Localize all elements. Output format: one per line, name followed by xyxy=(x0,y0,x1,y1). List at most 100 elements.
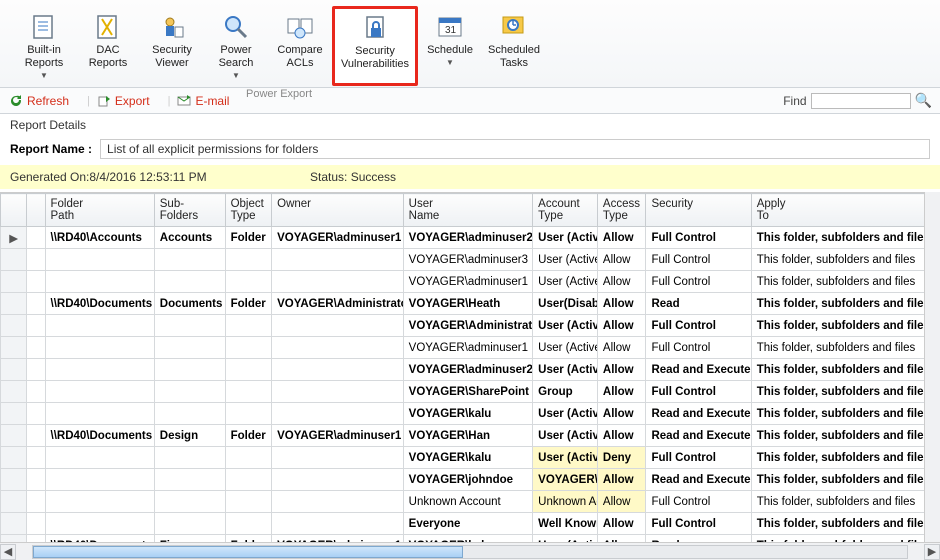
col-header[interactable]: Security xyxy=(646,194,751,227)
row-pointer: ▶ xyxy=(1,227,27,249)
find-input[interactable] xyxy=(811,93,911,109)
cell-acc: Deny xyxy=(597,447,646,469)
table-row[interactable]: VOYAGER\adminuser1User (ActiveAllowFull … xyxy=(1,337,940,359)
cell-sec: Full Control xyxy=(646,271,751,293)
col-header[interactable]: Owner xyxy=(272,194,404,227)
ribbon-btn-viewer[interactable]: SecurityViewer xyxy=(140,6,204,86)
cell-sec: Full Control xyxy=(646,491,751,513)
ribbon-btn-vuln[interactable]: SecurityVulnerabilities xyxy=(332,6,418,86)
ribbon-btn-tasks[interactable]: ScheduledTasks xyxy=(482,6,546,86)
cell-acct: User (Active xyxy=(533,249,598,271)
col-header[interactable] xyxy=(27,194,45,227)
cell-path xyxy=(45,403,154,425)
table-row[interactable]: \\RD40\DocumentsFinanceFolderVOYAGER\adm… xyxy=(1,535,940,543)
row-pointer xyxy=(1,403,27,425)
col-header[interactable]: ApplyTo xyxy=(751,194,939,227)
email-button[interactable]: E-mail xyxy=(176,93,229,109)
cell-apply: This folder, subfolders and files xyxy=(751,359,939,381)
dac-icon xyxy=(92,12,124,42)
table-row[interactable]: VOYAGER\johndoeVOYAGER\jAllowRead and Ex… xyxy=(1,469,940,491)
table-row[interactable]: VOYAGER\kaluUser (ActiveAllowRead and Ex… xyxy=(1,403,940,425)
cell-obj: Folder xyxy=(225,227,272,249)
cell-user: VOYAGER\johndoe xyxy=(403,469,533,491)
table-row[interactable]: Unknown AccountUnknown AcAllowFull Contr… xyxy=(1,491,940,513)
ribbon-btn-sched[interactable]: 31Schedule▼ xyxy=(418,6,482,86)
cell-obj xyxy=(225,359,272,381)
cell-own xyxy=(272,491,404,513)
cell-own xyxy=(272,337,404,359)
cell-own: VOYAGER\adminuser1 xyxy=(272,425,404,447)
cell-user: VOYAGER\adminuser2 xyxy=(403,359,533,381)
col-header[interactable]: Sub-Folders xyxy=(154,194,225,227)
results-grid[interactable]: FolderPathSub-FoldersObjectTypeOwnerUser… xyxy=(0,193,940,542)
scroll-track[interactable] xyxy=(32,545,908,559)
cell-sec: Full Control xyxy=(646,447,751,469)
row-pointer xyxy=(1,469,27,491)
scroll-right-arrow[interactable]: ▶ xyxy=(924,544,940,560)
cell-sub xyxy=(154,469,225,491)
export-button[interactable]: Export xyxy=(96,93,150,109)
cell-user: VOYAGER\adminuser1 xyxy=(403,271,533,293)
cell-own: VOYAGER\adminuser1 xyxy=(272,227,404,249)
cell-apply: This folder, subfolders and files xyxy=(751,249,939,271)
row-pointer xyxy=(1,337,27,359)
row-selector-header xyxy=(1,194,27,227)
table-row[interactable]: VOYAGER\SharePointGroupAllowFull Control… xyxy=(1,381,940,403)
col-header[interactable]: AccountType xyxy=(533,194,598,227)
cell-obj xyxy=(225,381,272,403)
ribbon-btn-report[interactable]: Built-inReports▼ xyxy=(12,6,76,86)
col-header[interactable]: ObjectType xyxy=(225,194,272,227)
col-header[interactable]: AccessType xyxy=(597,194,646,227)
scroll-thumb[interactable] xyxy=(33,546,463,558)
search-icon xyxy=(220,12,252,42)
cell-apply: This folder, subfolders and files xyxy=(751,469,939,491)
row-pointer xyxy=(1,513,27,535)
cell-user: VOYAGER\kalu xyxy=(403,535,533,543)
cell-sec: Read xyxy=(646,535,751,543)
refresh-button[interactable]: Refresh xyxy=(8,93,69,109)
results-grid-wrap: FolderPathSub-FoldersObjectTypeOwnerUser… xyxy=(0,192,940,542)
ribbon-btn-compare[interactable]: CompareACLs xyxy=(268,6,332,86)
cell-sec: Full Control xyxy=(646,315,751,337)
table-row[interactable]: VOYAGER\kaluUser (ActiveDenyFull Control… xyxy=(1,447,940,469)
col-header[interactable]: FolderPath xyxy=(45,194,154,227)
dropdown-icon: ▼ xyxy=(446,58,454,67)
cell-own xyxy=(272,381,404,403)
ribbon-toolbar: Built-inReports▼DACReportsSecurityViewer… xyxy=(0,0,940,88)
cell-acc: Allow xyxy=(597,425,646,447)
ribbon-btn-dac[interactable]: DACReports xyxy=(76,6,140,86)
cell-user: VOYAGER\adminuser1 xyxy=(403,337,533,359)
row-pointer xyxy=(1,447,27,469)
cell-obj xyxy=(225,337,272,359)
find-container: Find 🔍 xyxy=(783,92,932,109)
horizontal-scrollbar[interactable]: ◀ ▶ xyxy=(0,542,940,560)
find-search-icon[interactable]: 🔍 xyxy=(915,92,932,109)
cell-acct: User (Active xyxy=(533,425,598,447)
viewer-icon xyxy=(156,12,188,42)
dropdown-icon: ▼ xyxy=(40,71,48,80)
col-header[interactable]: UserName xyxy=(403,194,533,227)
cell-obj: Folder xyxy=(225,425,272,447)
cell-path xyxy=(45,491,154,513)
row-pointer xyxy=(1,425,27,447)
cell-apply: This folder, subfolders and files xyxy=(751,513,939,535)
row-pointer xyxy=(1,271,27,293)
table-row[interactable]: ▶\\RD40\AccountsAccountsFolderVOYAGER\ad… xyxy=(1,227,940,249)
table-row[interactable]: VOYAGER\adminuser2User (ActiveAllowRead … xyxy=(1,359,940,381)
cell-sub: Documents xyxy=(154,293,225,315)
vertical-scrollbar[interactable] xyxy=(924,192,940,542)
cell-path: \\RD40\Accounts xyxy=(45,227,154,249)
table-row[interactable]: VOYAGER\adminuser3User (ActiveAllowFull … xyxy=(1,249,940,271)
cell-path xyxy=(45,513,154,535)
cell-sub xyxy=(154,513,225,535)
table-row[interactable]: EveryoneWell KnownAllowFull ControlThis … xyxy=(1,513,940,535)
table-row[interactable]: VOYAGER\adminuser1User (ActiveAllowFull … xyxy=(1,271,940,293)
cell-user: VOYAGER\Han xyxy=(403,425,533,447)
cell-acct: User (Active xyxy=(533,315,598,337)
cell-obj: Folder xyxy=(225,293,272,315)
scroll-left-arrow[interactable]: ◀ xyxy=(0,544,16,560)
table-row[interactable]: \\RD40\DocumentsDocumentsFolderVOYAGER\A… xyxy=(1,293,940,315)
ribbon-btn-search[interactable]: PowerSearch▼ xyxy=(204,6,268,86)
table-row[interactable]: \\RD40\DocumentsDesignFolderVOYAGER\admi… xyxy=(1,425,940,447)
table-row[interactable]: VOYAGER\AdministratorUser (ActiveAllowFu… xyxy=(1,315,940,337)
